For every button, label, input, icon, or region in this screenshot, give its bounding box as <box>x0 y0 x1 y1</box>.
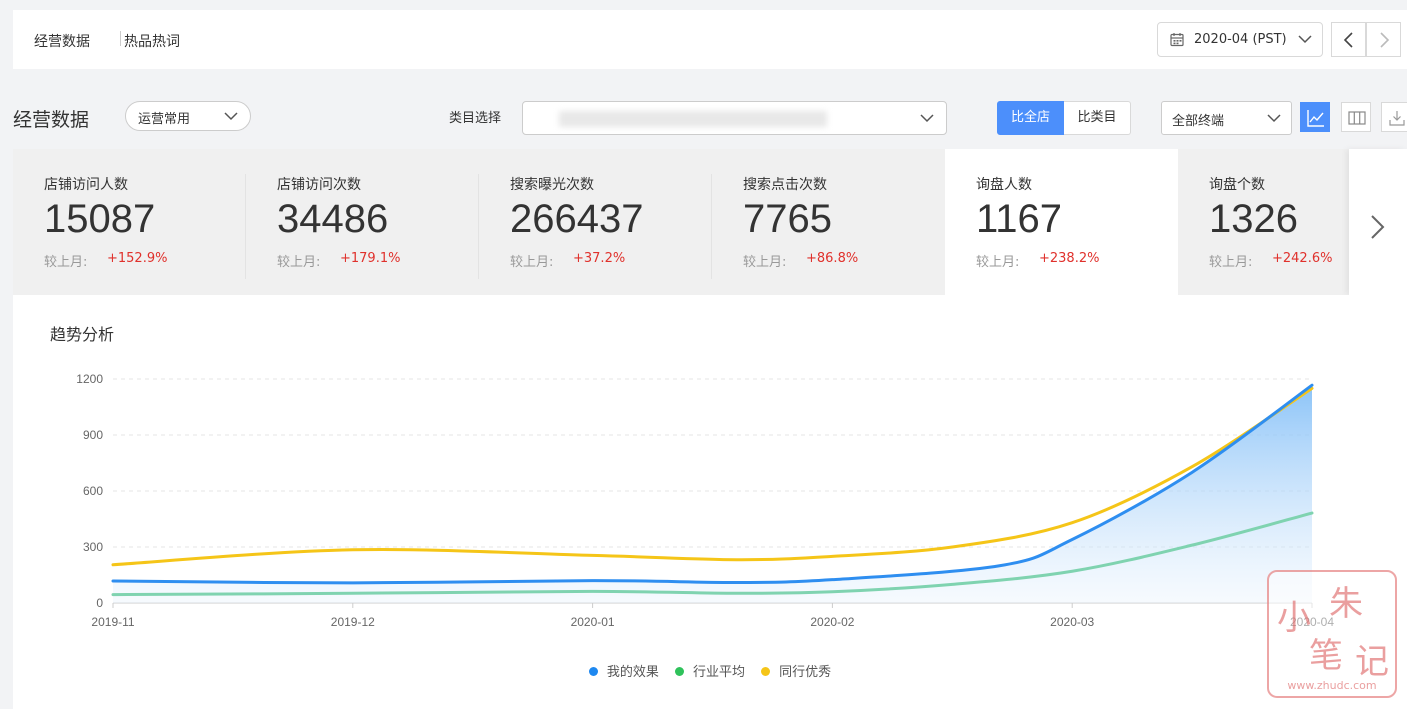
section-title: 经营数据 <box>13 109 90 131</box>
tab-business-data[interactable]: 经营数据 <box>34 31 90 51</box>
compare-category-button[interactable]: 比类目 <box>1064 101 1131 135</box>
kpi-compare-label: 较上月: <box>277 255 321 270</box>
watermark-char: 笔 <box>1309 636 1343 676</box>
terminal-select-value: 全部终端 <box>1172 114 1225 129</box>
kpi-card-search-clicks[interactable]: 搜索点击次数 7765 较上月: +86.8% <box>712 149 945 295</box>
kpi-value: 34486 <box>277 197 389 241</box>
y-tick-label: 1200 <box>76 372 103 386</box>
watermark-stamp: 小 朱 笔 记 www.zhudc.com <box>1267 570 1397 698</box>
kpi-compare-label: 较上月: <box>1209 255 1253 270</box>
chevron-right-icon <box>1371 215 1385 239</box>
chevron-down-icon <box>920 114 934 123</box>
kpi-card-store-visitors[interactable]: 店铺访问人数 15087 较上月: +152.9% <box>13 149 246 295</box>
table-view-button[interactable] <box>1341 102 1371 132</box>
next-month-button[interactable] <box>1366 22 1401 57</box>
month-picker-value: 2020-04 (PST) <box>1194 32 1287 47</box>
watermark-char: 朱 <box>1329 584 1363 624</box>
chevron-right-icon <box>1380 32 1390 48</box>
kpi-value: 1326 <box>1209 197 1298 241</box>
category-select-value-redacted <box>559 111 827 127</box>
line-chart-view-button[interactable] <box>1300 102 1330 132</box>
trend-line-chart: 0 300 600 900 1200 2019-11 2019-12 2020-01 2020-… <box>76 372 1334 629</box>
chevron-down-icon <box>1267 114 1281 123</box>
y-tick-label: 0 <box>96 596 103 610</box>
y-tick-label: 900 <box>83 428 103 442</box>
legend-dot <box>674 667 684 676</box>
legend-dot <box>588 667 598 676</box>
chevron-down-icon <box>224 112 238 121</box>
kpi-value: 7765 <box>743 197 832 241</box>
download-button[interactable] <box>1381 102 1407 132</box>
legend-item-peer-best[interactable]: 同行优秀 <box>761 661 831 680</box>
legend-label: 我的效果 <box>606 665 659 680</box>
kpi-change: +37.2% <box>573 251 626 266</box>
x-tick-label: 2019-12 <box>331 615 375 629</box>
kpi-change: +86.8% <box>806 251 859 266</box>
x-tick-label: 2020-01 <box>571 615 615 629</box>
kpi-change: +238.2% <box>1039 251 1100 266</box>
line-chart-icon <box>1307 110 1324 127</box>
prev-month-button[interactable] <box>1331 22 1366 57</box>
legend-dot <box>761 667 771 676</box>
tab-separator <box>120 31 121 46</box>
chart-legend: 我的效果 行业平均 同行优秀 <box>13 661 1407 680</box>
tab-hot-products[interactable]: 热品热词 <box>124 31 180 51</box>
top-nav: 经营数据 热品热词 2020-04 (PST) <box>13 10 1407 69</box>
kpi-card-store-visits[interactable]: 店铺访问次数 34486 较上月: +179.1% <box>246 149 479 295</box>
category-label: 类目选择 <box>449 111 502 126</box>
legend-item-industry-avg[interactable]: 行业平均 <box>674 661 745 680</box>
kpi-label: 搜索点击次数 <box>743 177 827 193</box>
kpi-card-search-impressions[interactable]: 搜索曝光次数 266437 较上月: +37.2% <box>479 149 712 295</box>
kpi-value: 266437 <box>510 197 644 241</box>
kpi-compare-label: 较上月: <box>44 255 88 270</box>
kpi-label: 店铺访问人数 <box>44 177 128 193</box>
y-tick-label: 600 <box>83 484 103 498</box>
kpi-label: 询盘人数 <box>976 177 1032 193</box>
ops-metric-select[interactable]: 运营常用 <box>125 101 251 131</box>
kpi-change: +152.9% <box>107 251 168 266</box>
category-select[interactable] <box>522 101 947 135</box>
kpi-label: 搜索曝光次数 <box>510 177 594 193</box>
watermark-char: 记 <box>1355 642 1389 682</box>
kpi-card-inquiry-people[interactable]: 询盘人数 1167 较上月: +238.2% <box>945 149 1178 295</box>
download-icon <box>1389 111 1405 126</box>
month-picker[interactable]: 2020-04 (PST) <box>1157 22 1323 57</box>
watermark-site: www.zhudc.com <box>1287 679 1377 692</box>
chevron-down-icon <box>1298 35 1312 44</box>
legend-label: 行业平均 <box>692 665 745 680</box>
kpi-label: 店铺访问次数 <box>277 177 361 193</box>
x-tick-label: 2020-02 <box>810 615 854 629</box>
kpi-next-button[interactable] <box>1349 149 1407 295</box>
table-columns-icon <box>1348 111 1366 125</box>
area-my-effect <box>113 385 1312 603</box>
kpi-change: +179.1% <box>340 251 401 266</box>
chevron-left-icon <box>1343 32 1353 48</box>
legend-label: 同行优秀 <box>779 665 832 680</box>
watermark-char: 小 <box>1277 598 1311 638</box>
kpi-compare-label: 较上月: <box>510 255 554 270</box>
kpi-change: +242.6% <box>1272 251 1333 266</box>
kpi-label: 询盘个数 <box>1209 177 1265 193</box>
x-tick-label: 2019-11 <box>91 615 134 629</box>
trend-panel: 趋势分析 0 300 600 900 1200 2019-11 2019-12 2020-01… <box>13 295 1407 709</box>
compare-store-button[interactable]: 比全店 <box>997 101 1064 135</box>
ops-metric-select-value: 运营常用 <box>138 112 191 127</box>
kpi-value: 1167 <box>976 197 1063 241</box>
calendar-icon <box>1170 33 1184 47</box>
terminal-select[interactable]: 全部终端 <box>1161 101 1292 135</box>
kpi-value: 15087 <box>44 197 156 241</box>
kpi-card-inquiry-count[interactable]: 询盘个数 1326 较上月: +242.6% <box>1178 149 1349 295</box>
kpi-compare-label: 较上月: <box>743 255 787 270</box>
x-tick-label: 2020-03 <box>1050 615 1094 629</box>
kpi-compare-label: 较上月: <box>976 255 1020 270</box>
legend-item-my-effect[interactable]: 我的效果 <box>588 661 659 680</box>
y-tick-label: 300 <box>83 540 103 554</box>
